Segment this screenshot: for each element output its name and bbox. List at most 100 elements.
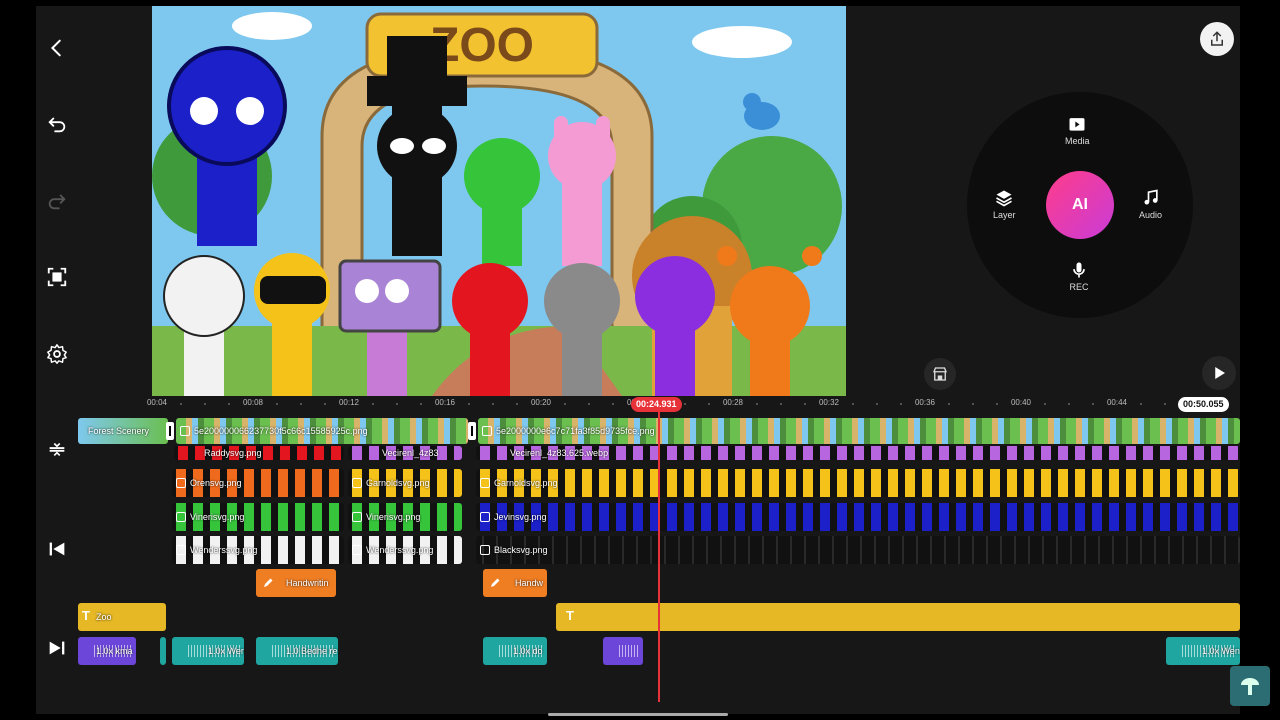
ruler-tick-dot xyxy=(684,403,686,405)
add-media-button[interactable]: Media xyxy=(1065,114,1090,146)
ruler-tick-label: 00:36 xyxy=(914,398,936,407)
audio-clip[interactable] xyxy=(603,637,643,665)
main-clip-2[interactable]: 5e200000066237730f5c66c15585925c.png xyxy=(176,418,468,444)
ruler-tick-label: 00:12 xyxy=(338,398,360,407)
current-time: 00:24.931 xyxy=(631,397,682,412)
ruler-tick-dot xyxy=(1140,403,1142,405)
rec-label: REC xyxy=(1069,282,1089,292)
skip-start-icon xyxy=(49,542,65,556)
transition-marker[interactable] xyxy=(468,422,476,440)
mushroom-icon xyxy=(1241,678,1259,695)
ruler-tick-dot xyxy=(948,403,950,405)
overlay-clip[interactable]: Wenderssvg.png xyxy=(172,536,344,564)
waveform xyxy=(619,645,639,657)
ruler-tick-dot xyxy=(1068,403,1070,405)
ruler-tick-dot xyxy=(468,403,470,405)
export-icon xyxy=(1211,31,1223,46)
overlay-clip[interactable]: Vecirenl_4z83.625.webp xyxy=(476,446,1240,460)
ruler-tick-dot xyxy=(1164,403,1166,405)
home-indicator[interactable] xyxy=(548,713,728,716)
export-button[interactable] xyxy=(1200,22,1234,56)
audio-clip[interactable]: 1.0x Wen xyxy=(1166,637,1240,665)
ruler-tick-label: 00:28 xyxy=(722,398,744,407)
ruler-tick-dot xyxy=(300,403,302,405)
audio-clip[interactable]: 1.0 Bedhe re xyxy=(256,637,338,665)
microphone-icon xyxy=(1073,262,1085,278)
jump-to-start-button[interactable] xyxy=(44,536,70,562)
back-arrow-icon xyxy=(50,39,61,57)
ruler-tick-dot xyxy=(324,403,326,405)
media-label: Media xyxy=(1065,136,1090,146)
main-clip-3[interactable]: 5e2000000e6c7c71fa3f85d9735fce.png xyxy=(478,418,1240,444)
redo-button[interactable] xyxy=(44,188,70,214)
fullscreen-icon xyxy=(47,267,67,287)
overlay-clip[interactable]: Orensvg.png xyxy=(172,469,344,497)
jump-to-end-button[interactable] xyxy=(44,635,70,661)
play-button[interactable] xyxy=(1202,356,1236,390)
audio-label: Audio xyxy=(1139,210,1163,220)
add-layer-button[interactable]: Layer xyxy=(993,188,1016,220)
audio-clip[interactable] xyxy=(160,637,166,665)
ruler-tick-label: 00:16 xyxy=(434,398,456,407)
add-audio-button[interactable]: Audio xyxy=(1139,188,1162,220)
ai-button[interactable]: AI xyxy=(1046,171,1114,239)
undo-button[interactable] xyxy=(44,111,70,137)
ruler-tick-dot xyxy=(516,403,518,405)
ruler-tick-dot xyxy=(204,403,206,405)
collapse-icon xyxy=(49,442,65,457)
ruler-tick-label: 00:32 xyxy=(818,398,840,407)
overlay-clip[interactable]: Garnoldsvg.png xyxy=(348,469,462,497)
ruler-tick-label: 00:44 xyxy=(1106,398,1128,407)
ruler-tick-label: 00:04 xyxy=(146,398,168,407)
video-preview[interactable]: ZOO xyxy=(152,6,846,396)
back-button[interactable] xyxy=(44,35,70,61)
ruler-tick-dot xyxy=(228,403,230,405)
overlay-clip[interactable]: Wenderssvg.png xyxy=(348,536,462,564)
ruler-tick-dot xyxy=(180,403,182,405)
undo-icon xyxy=(48,117,66,133)
ruler-tick-dot xyxy=(756,403,758,405)
settings-button[interactable] xyxy=(44,341,70,367)
skip-end-icon xyxy=(49,641,65,655)
avatar xyxy=(1230,666,1270,706)
handwriting-clip[interactable]: Handwritin xyxy=(256,569,336,597)
playhead[interactable] xyxy=(658,410,660,702)
ruler-tick-dot xyxy=(396,403,398,405)
gear-icon xyxy=(47,344,67,364)
ruler-tick-dot xyxy=(972,403,974,405)
ruler-tick-dot xyxy=(900,403,902,405)
overlay-clip[interactable]: Raddysvg.png xyxy=(174,446,344,460)
ruler-tick-dot xyxy=(492,403,494,405)
ai-label: AI xyxy=(1072,196,1088,213)
audio-clip[interactable]: 1.0x kma xyxy=(78,637,136,665)
audio-clip[interactable]: 1.0x Wen xyxy=(172,637,244,665)
total-duration: 00:50.055 xyxy=(1178,397,1229,412)
overlay-clip[interactable]: Vinerisvg.png xyxy=(348,503,462,531)
store-button[interactable] xyxy=(924,358,956,390)
ruler-tick-dot xyxy=(996,403,998,405)
ruler-tick-dot xyxy=(876,403,878,405)
text-icon: T xyxy=(566,608,574,623)
text-clip[interactable]: T Zoo xyxy=(78,603,166,631)
transition-marker[interactable] xyxy=(166,422,174,440)
overlay-clip[interactable]: Vinerisvg.png xyxy=(172,503,344,531)
ruler-tick-dot xyxy=(588,403,590,405)
ruler-tick-dot xyxy=(276,403,278,405)
overlay-clip[interactable]: Vecirenl_4z83 xyxy=(348,446,462,460)
audio-clip[interactable]: 1.0x do xyxy=(483,637,547,665)
video-editor: ZOO Media Layer AI Audio REC 00:04 00:08… xyxy=(36,6,1240,714)
main-clip-forest[interactable]: Forest Scenery xyxy=(78,418,168,444)
collapse-tracks-button[interactable] xyxy=(44,436,70,462)
ruler-tick-dot xyxy=(372,403,374,405)
ruler-tick-dot xyxy=(708,403,710,405)
overlay-clip[interactable]: Garnoldsvg.png xyxy=(476,469,1240,497)
handwriting-clip[interactable]: Handw xyxy=(483,569,547,597)
overlay-clip[interactable]: Blacksvg.png xyxy=(476,536,1240,564)
play-icon xyxy=(1215,367,1225,379)
record-button[interactable]: REC xyxy=(1069,260,1089,292)
fullscreen-button[interactable] xyxy=(44,264,70,290)
ruler-tick-dot xyxy=(612,403,614,405)
ruler-tick-dot xyxy=(804,403,806,405)
layers-icon xyxy=(996,190,1013,207)
overlay-clip[interactable]: Jevinsvg.png xyxy=(476,503,1240,531)
